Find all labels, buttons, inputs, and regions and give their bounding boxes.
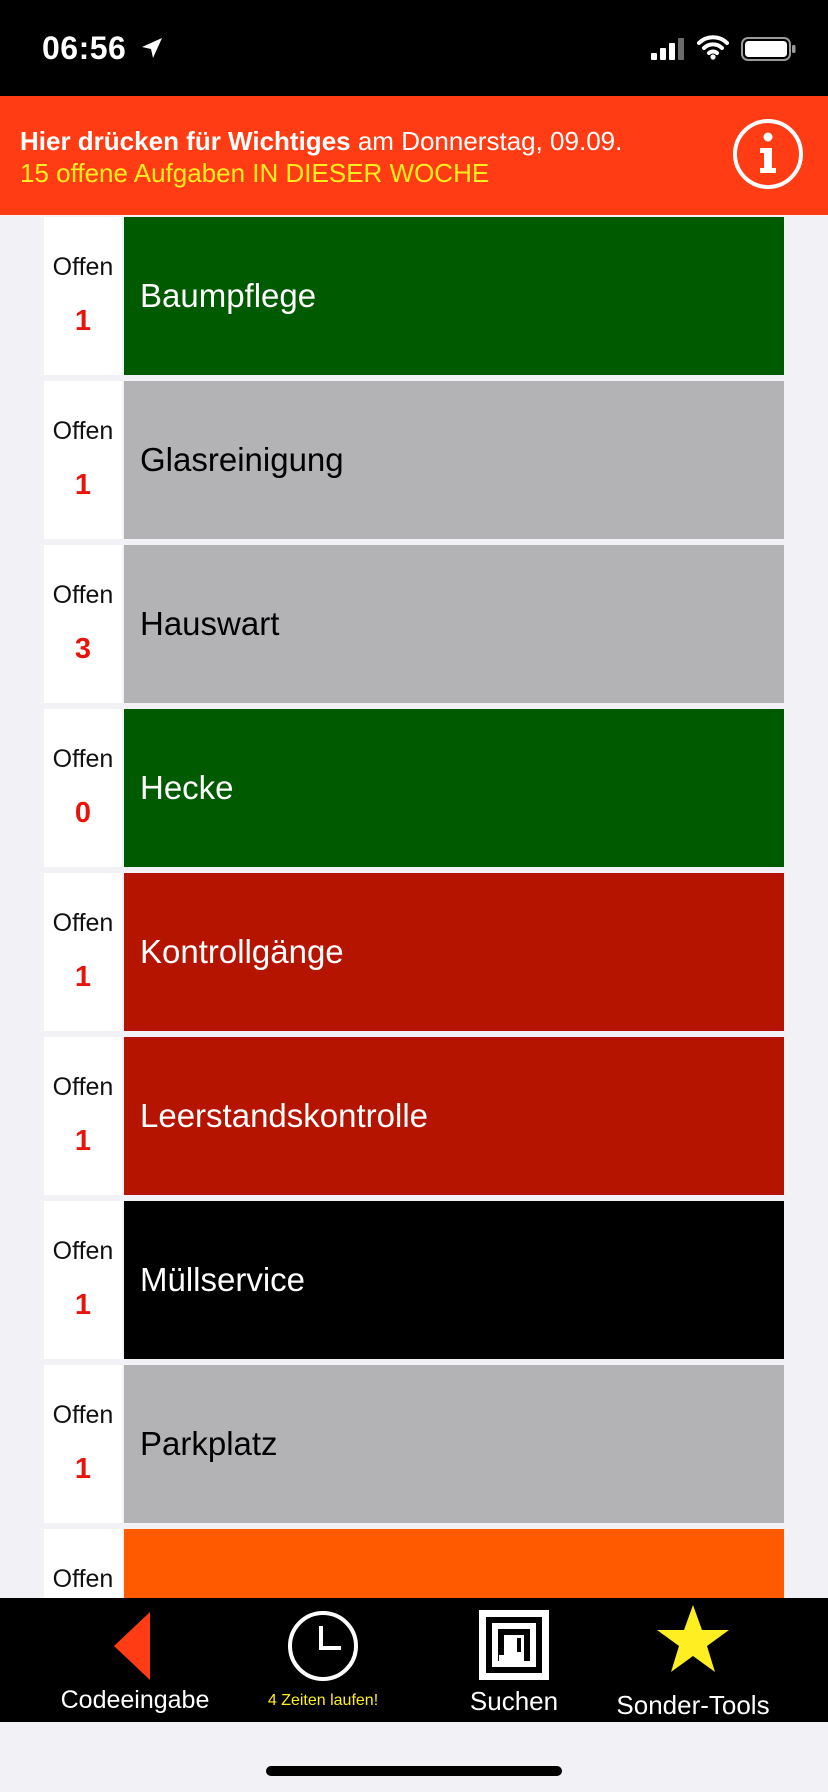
open-label: Offen (52, 745, 114, 773)
category-row[interactable]: Offen 1 Leerstandskontrolle (44, 1035, 784, 1195)
open-label: Offen (52, 253, 114, 281)
category-name: Hauswart (140, 605, 280, 642)
status-time: 06:56 (42, 30, 127, 66)
category-button[interactable]: Parkplatz (124, 1365, 784, 1523)
category-name: Glasreinigung (140, 441, 344, 478)
open-counter: Offen 1 (44, 1037, 122, 1195)
category-button[interactable]: Hauswart (124, 545, 784, 703)
category-name: Müllservice (140, 1261, 306, 1298)
open-count: 1 (74, 469, 92, 501)
clock-icon (288, 1611, 358, 1681)
category-button[interactable]: Glasreinigung (124, 381, 784, 539)
open-count: 1 (74, 961, 92, 993)
tab-special-tools-label: Sonder-Tools (616, 1690, 770, 1720)
category-button[interactable]: Leerstandskontrolle (124, 1037, 784, 1195)
banner-headline: Hier drücken für Wichtiges am Donnerstag… (20, 126, 622, 157)
category-row[interactable]: Offen 1 Glasreinigung (44, 379, 784, 539)
battery-icon (741, 37, 796, 61)
tab-search-label: Suchen (469, 1686, 559, 1716)
category-row[interactable]: Offen 1 Parkplatz (44, 1363, 784, 1523)
tab-timers[interactable]: 4 Zeiten laufen! (238, 1598, 408, 1722)
category-row[interactable]: Offen 1 Müllservice (44, 1199, 784, 1359)
category-button[interactable] (124, 1529, 784, 1598)
tab-bar: Codeeingabe 4 Zeiten laufen! Suchen Sond… (0, 1598, 828, 1722)
open-label: Offen (52, 581, 114, 609)
nfc-scan-icon (479, 1610, 549, 1680)
open-count: 1 (74, 1125, 92, 1157)
category-button[interactable]: Kontrollgänge (124, 873, 784, 1031)
open-label: Offen (52, 1565, 114, 1593)
open-label: Offen (52, 417, 114, 445)
category-row[interactable]: Offen 1 Kontrollgänge (44, 871, 784, 1031)
banner-date-text: am Donnerstag, 09.09. (350, 126, 623, 156)
open-count: 1 (74, 305, 92, 337)
open-counter: Offen 1 (44, 217, 122, 375)
open-counter: Offen (44, 1529, 122, 1598)
tab-code-entry-label: Codeeingabe (60, 1686, 210, 1714)
important-banner[interactable]: Hier drücken für Wichtiges am Donnerstag… (0, 96, 828, 215)
back-triangle-icon (114, 1612, 150, 1680)
banner-tasks-text: 15 offene Aufgaben IN DIESER WOCHE (20, 158, 490, 188)
location-arrow-icon (142, 38, 162, 58)
category-row[interactable]: Offen 1 Baumpflege (44, 215, 784, 375)
open-label: Offen (52, 1401, 114, 1429)
open-counter: Offen 1 (44, 1201, 122, 1359)
cellular-signal-icon (651, 38, 684, 60)
open-count: 1 (74, 1453, 92, 1485)
category-row[interactable]: Offen 0 Hecke (44, 707, 784, 867)
category-button[interactable]: Müllservice (124, 1201, 784, 1359)
category-name: Parkplatz (140, 1425, 278, 1462)
open-count: 0 (74, 797, 92, 829)
status-bar: 06:56 (0, 0, 828, 96)
tab-search[interactable]: Suchen (444, 1598, 584, 1722)
category-name: Hecke (140, 769, 234, 806)
category-list[interactable]: Offen 1 Baumpflege Offen 1 Glasreinigung Offen… (0, 215, 828, 1598)
home-area (0, 1722, 828, 1792)
tab-timers-label: 4 Zeiten laufen! (267, 1692, 379, 1709)
home-indicator[interactable] (266, 1766, 562, 1776)
open-count: 1 (74, 1289, 92, 1321)
info-icon[interactable] (732, 118, 804, 190)
tab-code-entry[interactable]: Codeeingabe (40, 1598, 230, 1722)
category-name: Baumpflege (140, 277, 317, 314)
category-button[interactable]: Baumpflege (124, 217, 784, 375)
category-name: Leerstandskontrolle (140, 1097, 429, 1134)
category-row[interactable]: Offen (44, 1527, 784, 1598)
open-label: Offen (52, 1073, 114, 1101)
open-count: 3 (74, 633, 92, 665)
tab-special-tools[interactable]: Sonder-Tools (600, 1598, 786, 1722)
open-counter: Offen 1 (44, 1365, 122, 1523)
open-label: Offen (52, 1237, 114, 1265)
star-icon (657, 1605, 729, 1672)
category-button[interactable]: Hecke (124, 709, 784, 867)
category-name: Kontrollgänge (140, 933, 344, 970)
open-counter: Offen 1 (44, 381, 122, 539)
wifi-icon (697, 35, 729, 60)
open-label: Offen (52, 909, 114, 937)
open-counter: Offen 3 (44, 545, 122, 703)
banner-bold-text: Hier drücken für Wichtiges (20, 126, 351, 156)
open-counter: Offen 1 (44, 873, 122, 1031)
open-counter: Offen 0 (44, 709, 122, 867)
category-row[interactable]: Offen 3 Hauswart (44, 543, 784, 703)
